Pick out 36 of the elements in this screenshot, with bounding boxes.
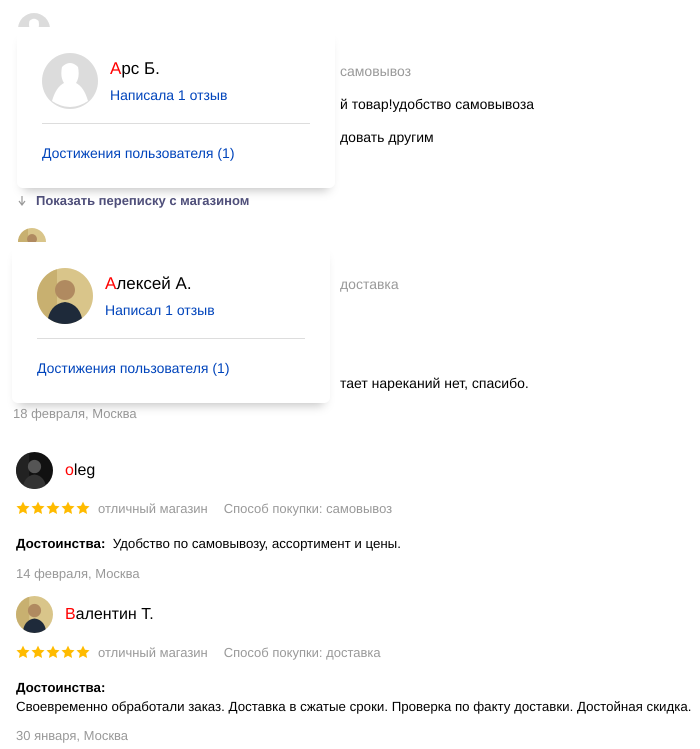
user-name: oleg [65, 460, 96, 480]
achievements-link[interactable]: Достижения пользователя (1) [37, 360, 230, 376]
review-pros: Своевременно обработали заказ. Доставка в сжатые сроки. Проверка по факту доставки. Достойная скидка. [16, 698, 692, 716]
show-correspondence-link[interactable]: Показать переписку с магазином [18, 191, 250, 211]
purchase-method: Способ покупки: доставка [224, 644, 381, 660]
review-text: довать другим [340, 128, 435, 147]
review-pros: Достоинства: Удобство по самовывозу, ассортимент и цены. [16, 535, 402, 553]
reviews-count-link[interactable]: Написал 1 отзыв [105, 301, 215, 319]
star-icon [61, 501, 75, 515]
star-icon [31, 645, 45, 659]
review-date: 14 февраля, Москва [16, 565, 141, 583]
avatar-icon [42, 53, 98, 109]
achievements-link[interactable]: Достижения пользователя (1) [42, 145, 234, 161]
user-name: Валентин Т. [65, 604, 154, 624]
star-icon [16, 501, 30, 515]
review-text: й товар!удобство самовывоза [340, 95, 536, 114]
purchase-method: самовывоз [340, 62, 412, 81]
reviews-count-link[interactable]: Написала 1 отзыв [110, 86, 228, 104]
star-icon [76, 645, 90, 659]
review-date: 30 января, Москва [16, 727, 130, 745]
star-icon [46, 501, 60, 515]
star-icon [31, 501, 45, 515]
star-icon [76, 501, 90, 515]
review-date: 18 февраля, Москва [13, 405, 138, 423]
purchase-method: Способ покупки: самовывоз [224, 500, 392, 516]
purchase-method: доставка [340, 275, 400, 294]
user-name: Арс Б. [110, 58, 161, 80]
star-icon [46, 645, 60, 659]
star-icon [16, 645, 30, 659]
rating-text: отличный магазин [98, 644, 208, 660]
user-name: Алексей А. [105, 273, 193, 295]
review-text: тает нареканий нет, спасибо. [340, 374, 530, 393]
arrow-down-icon [18, 196, 26, 206]
pros-label: Достоинства: [16, 679, 106, 697]
rating-text: отличный магазин [98, 500, 208, 516]
star-icon [61, 645, 75, 659]
